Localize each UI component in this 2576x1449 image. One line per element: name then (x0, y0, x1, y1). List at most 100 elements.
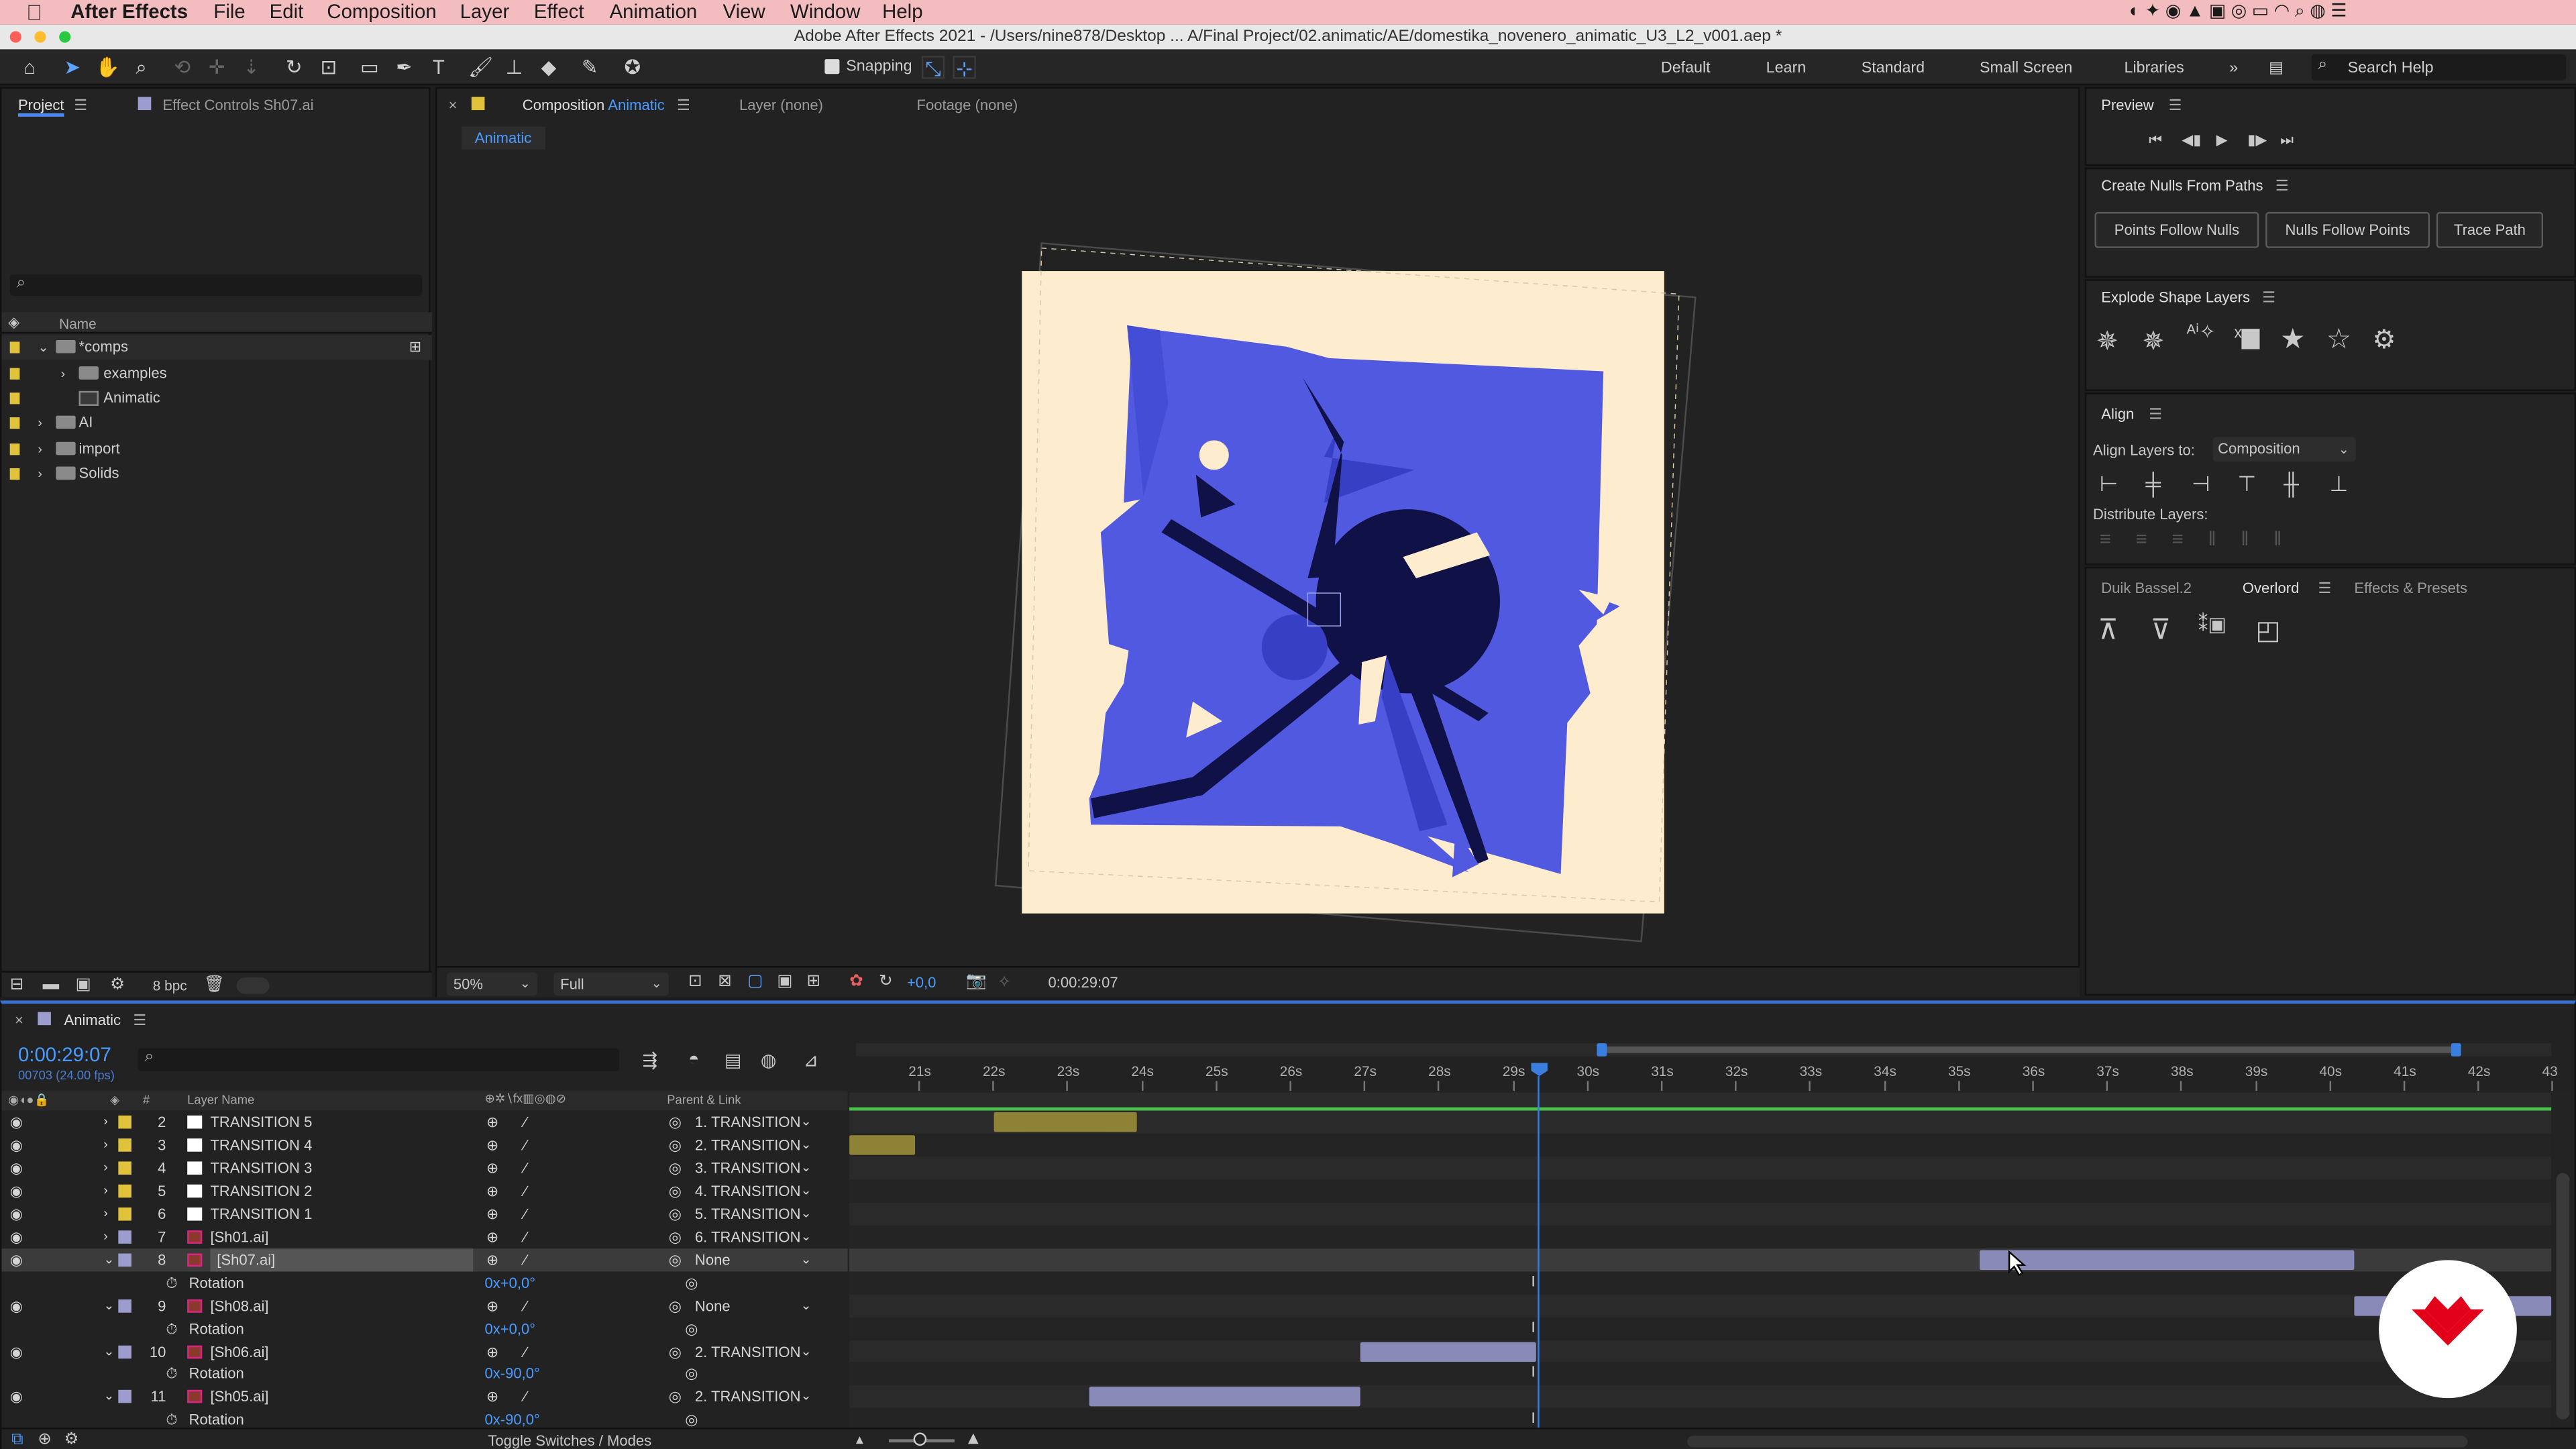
layer-name[interactable]: [Sh08.ai] (210, 1294, 268, 1317)
time-navigator[interactable] (855, 1043, 2552, 1057)
property-row[interactable]: ⏱ Rotation 0x+0,0° ◎ (1, 1317, 847, 1340)
brush-tool-icon[interactable]: 🖌 (468, 56, 493, 78)
label-swatch[interactable] (118, 1184, 131, 1197)
color-channels-icon[interactable]: ✿ (849, 973, 863, 991)
layer-row[interactable]: ◉ ⌄ 8 [Sh07.ai] ⊕ ∕ ◎ None ⌄ (1, 1248, 848, 1271)
puppet-pin-icon[interactable]: ✪ (621, 56, 644, 78)
layer-row[interactable]: ◉ › 4 TRANSITION 3 ⊕ ∕ ◎ 3. TRANSITION ⌄ (1, 1157, 847, 1179)
rotate-tool-icon[interactable]: ↻ (282, 56, 305, 78)
shy-switch-icon[interactable]: ⊕ (486, 1134, 498, 1157)
timeline-track[interactable] (849, 1225, 2552, 1248)
shy-switch-icon[interactable]: ⊕ (486, 1248, 498, 1271)
timeline-track[interactable] (849, 1133, 2552, 1157)
apple-icon[interactable]:  (26, 0, 42, 25)
timeline-horizontal-scrollbar[interactable] (1687, 1436, 2468, 1448)
work-area-bar[interactable] (849, 1092, 2552, 1110)
menu-layer[interactable]: Layer (460, 0, 510, 25)
eye-icon[interactable]: ◉ (10, 1134, 23, 1157)
switches-header-icons[interactable]: ⊕✲∖fx▥◎◍⊘ (484, 1091, 566, 1106)
project-search-input[interactable]: ⌕ (9, 274, 423, 296)
explode-menu-icon[interactable]: ☰ (2262, 289, 2275, 307)
reset-exposure-icon[interactable]: ↻ (879, 973, 893, 991)
timeline-zoom-slider[interactable] (888, 1432, 955, 1446)
snapshot-icon[interactable]: 📷 (966, 973, 986, 991)
close-tab-icon[interactable]: × (449, 97, 458, 113)
create-nulls-menu-icon[interactable]: ☰ (2275, 177, 2289, 195)
layer-row[interactable]: ◉ ⌄ 11 [Sh05.ai] ⊕ ∕ ◎ 2. TRANSITION ⌄ (1, 1385, 847, 1408)
workspace-overflow-icon[interactable]: » (2229, 59, 2238, 77)
overlord-layers-icon[interactable]: ◰ (2255, 614, 2280, 647)
parent-select[interactable]: 1. TRANSITION ⌄ (695, 1111, 818, 1134)
show-snapshot-icon[interactable]: ⟡ (999, 973, 1010, 991)
comp-mini-flowchart-icon[interactable]: ⇶ (643, 1050, 658, 1071)
label-swatch[interactable] (118, 1299, 131, 1312)
label-swatch[interactable] (118, 1161, 131, 1175)
ai-import-icon[interactable]: ᴬⁱ✧ (2187, 321, 2216, 343)
tab-overlord[interactable]: Overlord (2243, 580, 2300, 596)
project-item-ai[interactable]: › AI (1, 411, 432, 435)
hand-tool-icon[interactable]: ✋ (95, 56, 120, 78)
timeline-menu-icon[interactable]: ☰ (133, 1012, 146, 1030)
scroll-slider[interactable] (236, 977, 270, 994)
grid-guides-icon[interactable]: ⊞ (806, 973, 820, 991)
layer-duration-bar[interactable] (1980, 1249, 2355, 1270)
collapse-arrow-icon[interactable]: › (103, 1111, 108, 1134)
minimize-window-button[interactable] (34, 31, 46, 43)
parent-select[interactable]: 6. TRANSITION ⌄ (695, 1225, 818, 1248)
tab-duik[interactable]: Duik Bassel.2 (2101, 580, 2192, 596)
menu-file[interactable]: File (213, 0, 245, 25)
eye-icon[interactable]: ◉ (10, 1225, 23, 1248)
property-row[interactable]: ⏱ Rotation 0x-90,0° ◎ (1, 1362, 847, 1385)
frame-blending-icon[interactable]: ▤ (724, 1050, 741, 1071)
keyframe-marker[interactable]: I (1531, 1410, 1535, 1426)
menu-animation[interactable]: Animation (610, 0, 698, 25)
expand-arrow-icon[interactable]: ⌄ (103, 1340, 114, 1362)
selection-tool-icon[interactable]: ➤ (61, 56, 84, 78)
collapse-arrow-icon[interactable]: › (38, 437, 42, 462)
quality-switch-icon[interactable]: ∕ (524, 1248, 527, 1271)
project-item-animatic[interactable]: Animatic (1, 386, 432, 411)
parent-select[interactable]: 5. TRANSITION ⌄ (695, 1202, 818, 1225)
quality-switch-icon[interactable]: ∕ (524, 1202, 527, 1225)
tab-project[interactable]: Project (17, 97, 64, 117)
pickwhip-icon[interactable]: ◎ (669, 1225, 682, 1248)
layer-name[interactable]: [Sh01.ai] (210, 1225, 268, 1248)
app-menu[interactable]: After Effects (70, 0, 188, 25)
expand-arrow-icon[interactable]: ⌄ (38, 335, 48, 360)
pickwhip-icon[interactable]: ◎ (669, 1179, 682, 1202)
push-to-ae-icon[interactable]: ⊼ (2098, 614, 2118, 647)
comp-breadcrumb[interactable]: Animatic (462, 126, 545, 150)
time-ruler[interactable]: 21s 22s 23s 24s 25s 26s 27s 28s 29s 30s 31s 32s 33s 3… (849, 1060, 2558, 1093)
layer-row[interactable]: ◉ › 7 [Sh01.ai] ⊕ ∕ ◎ 6. TRANSITION ⌄ (1, 1225, 847, 1248)
parent-select[interactable]: 4. TRANSITION ⌄ (695, 1179, 818, 1202)
pickwhip-icon[interactable]: ◎ (669, 1294, 682, 1317)
project-item-examples[interactable]: › examples (1, 362, 432, 386)
transfer-controls-icon[interactable]: ⊕ (38, 1431, 52, 1449)
timeline-search-input[interactable]: ⌕ (138, 1048, 620, 1071)
playhead-line[interactable] (1538, 1076, 1540, 1432)
parent-select[interactable]: 2. TRANSITION ⌄ (695, 1385, 818, 1408)
gear-icon[interactable]: ⚙ (2372, 323, 2396, 356)
timeline-track[interactable] (849, 1293, 2552, 1318)
align-vcenter-icon[interactable]: ╫ (2284, 472, 2299, 496)
layer-name[interactable]: [Sh05.ai] (210, 1385, 268, 1408)
column-name[interactable]: Name (59, 315, 97, 331)
pen-tool-icon[interactable]: ✒ (392, 56, 415, 78)
parent-select[interactable]: None ⌄ (695, 1248, 818, 1271)
eye-icon[interactable]: ◉ (10, 1340, 23, 1362)
workspace-small-screen[interactable]: Small Screen (1980, 59, 2072, 77)
toggle-switches-modes[interactable]: Toggle Switches / Modes (488, 1433, 651, 1449)
region-of-interest-icon[interactable]: ▣ (777, 973, 792, 991)
shy-switch-icon[interactable]: ⊕ (486, 1179, 498, 1202)
align-menu-icon[interactable]: ☰ (2149, 406, 2162, 424)
align-bottom-icon[interactable]: ⊥ (2330, 472, 2349, 498)
parent-select[interactable]: 2. TRANSITION ⌄ (695, 1340, 818, 1362)
trash-icon[interactable]: 🗑 (204, 976, 225, 994)
tab-effect-controls[interactable]: Effect Controls Sh07.ai (162, 97, 313, 113)
menu-window[interactable]: Window (790, 0, 861, 25)
layer-name-header[interactable]: Layer Name (187, 1093, 254, 1108)
layer-duration-bar[interactable] (849, 1135, 916, 1155)
tab-composition[interactable]: Composition Animatic (523, 97, 665, 113)
quality-switch-icon[interactable]: ∕ (524, 1111, 527, 1134)
home-icon[interactable]: ⌂ (18, 56, 41, 78)
